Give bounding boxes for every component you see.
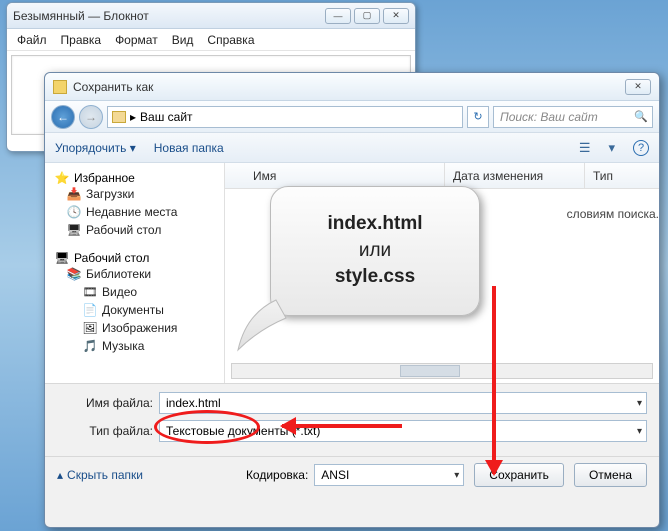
encoding-label: Кодировка:	[246, 468, 308, 482]
col-type[interactable]: Тип	[585, 169, 659, 183]
sidebar-item-music[interactable]: 🎵Музыка	[49, 337, 220, 355]
filename-input[interactable]: index.html	[159, 392, 647, 414]
encoding-combo[interactable]: ANSI	[314, 464, 464, 486]
sidebar: ⭐Избранное 📥Загрузки 🕓Недавние места 🖥Ра…	[45, 163, 225, 383]
menu-file[interactable]: Файл	[17, 33, 47, 47]
images-icon: 🖼	[83, 321, 97, 335]
col-date[interactable]: Дата изменения	[445, 163, 585, 188]
cancel-button[interactable]: Отмена	[574, 463, 647, 487]
dialog-title-text: Сохранить как	[73, 80, 153, 94]
horizontal-scrollbar[interactable]	[231, 363, 653, 379]
file-list[interactable]: Имя Дата изменения Тип словиям поиска.	[225, 163, 659, 383]
annotation-arrow-left	[282, 420, 402, 432]
path-sep: ▸	[130, 110, 136, 124]
view-mode-icon[interactable]: ☰	[579, 140, 591, 156]
chevron-up-icon: ▴	[57, 468, 63, 482]
libraries-icon: 📚	[67, 267, 81, 281]
refresh-button[interactable]: ↻	[467, 106, 489, 128]
menu-view[interactable]: Вид	[172, 33, 194, 47]
sidebar-item-libraries[interactable]: 📚Библиотеки	[49, 265, 220, 283]
new-folder-button[interactable]: Новая папка	[154, 141, 224, 155]
view-options-icon[interactable]: ▾	[608, 140, 615, 156]
sidebar-item-recent[interactable]: 🕓Недавние места	[49, 203, 220, 221]
back-button[interactable]: ←	[51, 105, 75, 129]
annotation-arrow-down	[488, 286, 500, 474]
maximize-button[interactable]: ▢	[354, 8, 380, 24]
scrollbar-thumb[interactable]	[400, 365, 460, 377]
filetype-label: Тип файла:	[57, 424, 159, 438]
filetype-combo[interactable]: Текстовые документы (*.txt)	[159, 420, 647, 442]
sidebar-item-documents[interactable]: 📄Документы	[49, 301, 220, 319]
path-breadcrumb[interactable]: ▸ Ваш сайт	[107, 106, 463, 128]
col-name[interactable]: Имя	[225, 163, 445, 188]
minimize-button[interactable]: —	[325, 8, 351, 24]
sidebar-group-favorites[interactable]: ⭐Избранное	[49, 171, 220, 185]
music-icon: 🎵	[83, 339, 97, 353]
recent-icon: 🕓	[67, 205, 81, 219]
dialog-close-button[interactable]: ✕	[625, 79, 651, 95]
dialog-titlebar[interactable]: Сохранить как ✕	[45, 73, 659, 101]
empty-message: словиям поиска.	[225, 189, 659, 221]
filename-label: Имя файла:	[57, 396, 159, 410]
forward-button[interactable]: →	[79, 105, 103, 129]
sidebar-item-video[interactable]: 🎞Видео	[49, 283, 220, 301]
organize-button[interactable]: Упорядочить ▾	[55, 141, 136, 155]
folder-icon	[53, 80, 67, 94]
path-segment[interactable]: Ваш сайт	[140, 110, 193, 124]
menu-format[interactable]: Формат	[115, 33, 158, 47]
dialog-toolbar: Упорядочить ▾ Новая папка ☰ ▾ ?	[45, 133, 659, 163]
menu-edit[interactable]: Правка	[61, 33, 102, 47]
documents-icon: 📄	[83, 303, 97, 317]
search-input[interactable]: Поиск: Ваш сайт	[493, 106, 653, 128]
star-icon: ⭐	[55, 171, 69, 185]
downloads-icon: 📥	[67, 187, 81, 201]
menu-help[interactable]: Справка	[207, 33, 254, 47]
desktop-icon: 🖥	[67, 223, 81, 237]
notepad-title-text: Безымянный — Блокнот	[13, 9, 149, 23]
video-icon: 🎞	[83, 285, 97, 299]
save-dialog: Сохранить как ✕ ← → ▸ Ваш сайт ↻ Поиск: …	[44, 72, 660, 528]
sidebar-item-images[interactable]: 🖼Изображения	[49, 319, 220, 337]
sidebar-item-downloads[interactable]: 📥Загрузки	[49, 185, 220, 203]
nav-toolbar: ← → ▸ Ваш сайт ↻ Поиск: Ваш сайт	[45, 101, 659, 133]
desktop-icon: 🖥	[55, 251, 69, 265]
sidebar-item-desktop[interactable]: 🖥Рабочий стол	[49, 221, 220, 239]
folder-icon	[112, 111, 126, 123]
hide-folders-link[interactable]: ▴Скрыть папки	[57, 468, 143, 482]
notepad-menubar: Файл Правка Формат Вид Справка	[7, 29, 415, 51]
close-button[interactable]: ✕	[383, 8, 409, 24]
help-icon[interactable]: ?	[633, 140, 649, 156]
sidebar-group-desktop[interactable]: 🖥Рабочий стол	[49, 251, 220, 265]
notepad-titlebar[interactable]: Безымянный — Блокнот — ▢ ✕	[7, 3, 415, 29]
column-headers[interactable]: Имя Дата изменения Тип	[225, 163, 659, 189]
